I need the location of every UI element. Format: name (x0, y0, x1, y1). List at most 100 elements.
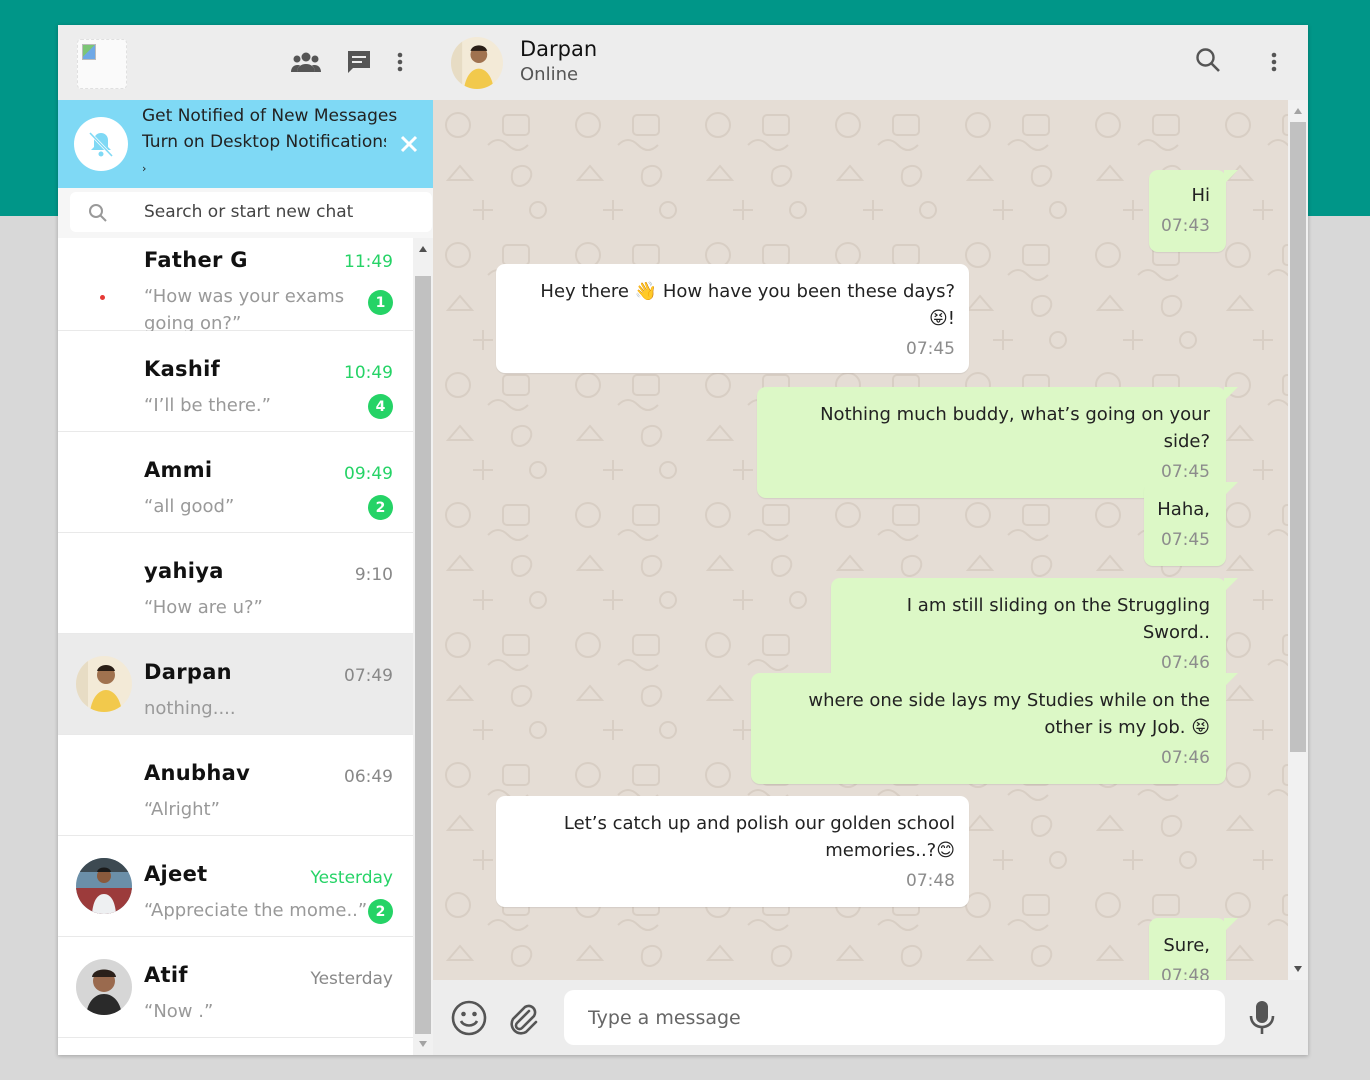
message-area[interactable]: Hi 07:43 Hey there 👋 How have you been t… (433, 100, 1288, 980)
chat-time: 10:49 (344, 363, 393, 383)
chat-preview: nothing.... (144, 698, 236, 719)
chat-name: Darpan (144, 660, 232, 684)
unread-badge: 4 (368, 394, 393, 419)
conversation-header: Darpan Online (433, 25, 1308, 100)
chat-item-kashif[interactable]: Kashif 10:49 “I’ll be there.” 4 (58, 331, 413, 432)
chat-time: 07:49 (344, 666, 393, 686)
message-input[interactable] (564, 990, 1225, 1045)
chat-time: 11:49 (344, 252, 393, 272)
scroll-up-arrow-icon[interactable] (1294, 108, 1302, 114)
message-bubble-incoming[interactable]: Hey there 👋 How have you been these days… (496, 264, 969, 373)
message-text: where one side lays my Studies while on … (808, 690, 1210, 738)
kebab-menu-icon[interactable] (385, 49, 415, 75)
chat-time: 06:49 (344, 767, 393, 787)
search-box (70, 192, 432, 232)
contact-name: Darpan (520, 37, 598, 61)
search-icon (88, 203, 108, 227)
chat-item-darpan[interactable]: Darpan 07:49 nothing.... (58, 634, 413, 735)
broken-image-icon (82, 44, 96, 60)
avatar (76, 656, 132, 712)
message-text: Haha, (1157, 499, 1210, 520)
notification-subtitle[interactable]: Turn on Desktop Notifications (142, 132, 386, 152)
avatar (76, 858, 132, 914)
microphone-icon[interactable] (1242, 998, 1282, 1038)
unread-badge: 1 (368, 290, 393, 315)
message-time: 07:48 (906, 871, 955, 891)
chat-preview: “Now .” (144, 1001, 214, 1022)
chat-name: Ajeet (144, 862, 208, 886)
message-text: Hi (1191, 185, 1210, 206)
chat-time: Yesterday (310, 969, 393, 989)
scrollbar-thumb[interactable] (415, 276, 431, 1034)
notification-icon-circle (74, 117, 128, 171)
chat-list-scrollbar[interactable] (413, 238, 433, 1055)
chat-time: 9:10 (354, 565, 393, 585)
chat-list: Father G 11:49 “How was your exams going… (58, 238, 413, 1055)
scroll-down-arrow-icon[interactable] (419, 1041, 427, 1047)
chat-name: Father G (144, 248, 248, 272)
chat-preview: “How are u?” (144, 597, 263, 618)
avatar (76, 959, 132, 1015)
notification-chevron: › (142, 162, 147, 175)
chat-preview: “Appreciate the mome..” (144, 900, 368, 921)
message-bubble-outgoing[interactable]: Haha, 07:45 (1144, 482, 1238, 566)
contact-status: Online (520, 64, 579, 85)
scroll-up-arrow-icon[interactable] (419, 246, 427, 252)
sidebar: Get Notified of New Messages Turn on Des… (58, 25, 433, 1055)
chat-icon[interactable] (344, 49, 374, 75)
bell-off-icon (88, 131, 114, 158)
chat-name: Kashif (144, 357, 221, 381)
message-time: 07:45 (906, 339, 955, 359)
unread-badge: 2 (368, 495, 393, 520)
message-time: 07:45 (1161, 462, 1210, 482)
search-icon[interactable] (1193, 47, 1223, 73)
unread-badge: 2 (368, 899, 393, 924)
chat-time: 09:49 (344, 464, 393, 484)
message-area-scrollbar[interactable] (1288, 100, 1308, 980)
chat-item-ammi[interactable]: Ammi 09:49 “all good” 2 (58, 432, 413, 533)
chat-name: Ammi (144, 458, 213, 482)
chat-item-father-g[interactable]: Father G 11:49 “How was your exams going… (58, 238, 413, 334)
search-bar (58, 188, 433, 238)
chat-name: Atif (144, 963, 188, 987)
scrollbar-thumb[interactable] (1290, 122, 1306, 752)
message-bubble-outgoing[interactable]: where one side lays my Studies while on … (751, 673, 1238, 784)
message-bubble-outgoing[interactable]: Hi 07:43 (1149, 170, 1238, 252)
chat-preview: “all good” (144, 496, 235, 517)
group-icon[interactable] (291, 49, 321, 75)
attach-icon[interactable] (502, 998, 542, 1038)
chat-time: Yesterday (310, 868, 393, 888)
chat-item-atif[interactable]: Atif Yesterday “Now .” (58, 937, 413, 1038)
conversation-panel: Darpan Online Hi 07:43 Hey there 👋 How h… (433, 25, 1308, 1055)
close-icon[interactable] (398, 133, 420, 155)
emoji-icon[interactable] (449, 998, 489, 1038)
kebab-menu-icon[interactable] (1259, 49, 1289, 75)
chat-item-yahiya[interactable]: yahiya 9:10 “How are u?” (58, 533, 413, 634)
message-text: Hey there 👋 How have you been these days… (540, 281, 955, 329)
chat-name: Anubhav (144, 761, 251, 785)
message-text: I am still sliding on the Struggling Swo… (906, 595, 1210, 643)
scroll-down-arrow-icon[interactable] (1294, 966, 1302, 972)
message-time: 07:43 (1161, 216, 1210, 236)
message-bubble-incoming[interactable]: Let’s catch up and polish our golden sch… (496, 796, 969, 907)
notification-banner[interactable]: Get Notified of New Messages Turn on Des… (58, 100, 433, 188)
message-time: 07:45 (1161, 530, 1210, 550)
chat-preview: “Alright” (144, 799, 220, 820)
unread-dot (100, 295, 105, 300)
sidebar-header (58, 25, 433, 100)
message-time: 07:46 (1161, 748, 1210, 768)
message-text: Let’s catch up and polish our golden sch… (563, 813, 955, 861)
chat-preview: “How was your exams going on?” (144, 286, 345, 334)
message-time: 07:48 (1161, 966, 1210, 980)
chat-name: yahiya (144, 559, 224, 583)
composer-bar (433, 980, 1308, 1055)
chat-item-ajeet[interactable]: Ajeet Yesterday “Appreciate the mome..” … (58, 836, 413, 937)
message-bubble-outgoing[interactable]: Sure, 07:48 (1149, 918, 1238, 980)
notification-title: Get Notified of New Messages (142, 106, 398, 126)
my-avatar[interactable] (77, 39, 127, 89)
message-text: Sure, (1163, 935, 1210, 956)
contact-avatar[interactable] (451, 37, 503, 89)
search-input[interactable] (144, 198, 424, 226)
chat-preview: “I’ll be there.” (144, 395, 271, 416)
chat-item-anubhav[interactable]: Anubhav 06:49 “Alright” (58, 735, 413, 836)
